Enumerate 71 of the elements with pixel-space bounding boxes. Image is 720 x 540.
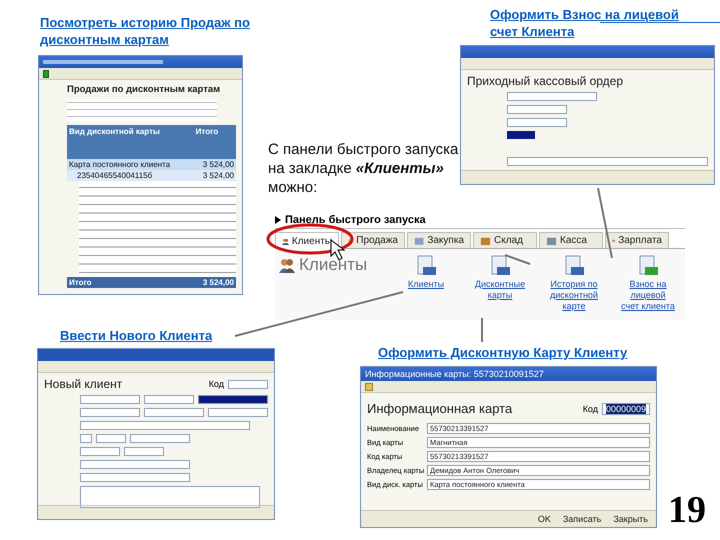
footer-button[interactable]: Закрыть [611, 514, 650, 524]
table-cell: Карта постоянного клиента [67, 159, 194, 170]
input-field[interactable] [130, 434, 190, 443]
input-field[interactable] [144, 408, 204, 417]
input-field[interactable] [80, 473, 190, 482]
column-header: Вид дисконтной карты [67, 125, 194, 159]
input-field[interactable] [80, 395, 140, 404]
link[interactable]: Посмотреть историю Продаж по дисконтным картам [40, 14, 270, 48]
document-icon[interactable] [489, 255, 511, 277]
field-label: Код [582, 404, 598, 414]
people-icon [279, 257, 295, 273]
tab[interactable]: Зарплата [605, 232, 669, 248]
link[interactable]: Клиенты [408, 279, 444, 290]
tab[interactable]: Продажа [341, 232, 405, 248]
link[interactable]: Взнос на лицевой счет клиента [621, 279, 675, 312]
tab[interactable]: Закупка [407, 232, 471, 248]
link[interactable]: История по дисконтной карте [547, 279, 601, 312]
table-cell: 3 524,00 [194, 170, 236, 181]
code-field[interactable]: 00000009 [602, 402, 650, 414]
input-field[interactable] [80, 460, 190, 469]
comment-field[interactable] [80, 486, 260, 508]
input-field[interactable] [507, 157, 708, 166]
link[interactable]: Оформить Дисконтную Карту Клиенту [378, 344, 628, 361]
window-title: Информационные карты: 55730210091527 [365, 369, 544, 379]
panel-title: Панель быстрого запуска [285, 214, 426, 226]
footer-button[interactable]: Записать [560, 514, 604, 524]
form-heading: Информационная карта [367, 401, 512, 416]
box-icon [480, 235, 491, 246]
input-field[interactable] [208, 408, 268, 417]
tab[interactable]: Склад [473, 232, 537, 248]
table-cell: 2354046554004115б [67, 170, 194, 181]
report-heading: Продажи по дисконтным картам [67, 84, 222, 95]
link[interactable]: Ввести Нового Клиента [60, 327, 212, 344]
page-number: 19 [668, 488, 706, 532]
input-field[interactable] [96, 434, 126, 443]
input-field[interactable] [80, 434, 92, 443]
table-cell: Итого [67, 277, 194, 288]
column-header: Итого [194, 125, 236, 159]
input-field[interactable] [80, 447, 120, 456]
document-icon[interactable] [637, 255, 659, 277]
play-icon[interactable] [43, 70, 49, 78]
code-field[interactable] [228, 380, 268, 388]
input-field[interactable] [507, 105, 567, 114]
input-field[interactable] [198, 395, 268, 404]
document-icon[interactable] [415, 255, 437, 277]
leader-line [597, 188, 613, 258]
leader-line [481, 318, 483, 342]
footer-button[interactable]: OK [536, 514, 553, 524]
link[interactable]: Дисконтные карты [473, 279, 527, 301]
form-heading: Приходный кассовый ордер [467, 74, 624, 88]
field-label: Код [208, 379, 224, 389]
input-field[interactable] [507, 118, 567, 127]
leader-line [504, 254, 530, 265]
color-swatch [507, 131, 535, 139]
form-heading: Новый клиент [44, 377, 122, 391]
document-icon[interactable] [563, 255, 585, 277]
tab[interactable]: Касса [539, 232, 603, 248]
input-field[interactable] [124, 447, 164, 456]
input-field[interactable] [80, 408, 140, 417]
input-field[interactable] [80, 421, 250, 430]
input-field[interactable] [507, 92, 597, 101]
expand-icon[interactable] [275, 216, 281, 224]
box-icon [414, 235, 424, 246]
table-cell: 3 524,00 [194, 277, 236, 288]
section-heading: Клиенты [299, 255, 368, 275]
link[interactable]: Оформить Взнос на лицевой счет Клиента [490, 6, 690, 40]
instruction-text: С панели быстрого запуска на закладке «Клиенты» можно: [268, 140, 460, 197]
input-field[interactable] [144, 395, 194, 404]
folder-icon[interactable] [365, 382, 373, 390]
box-icon [546, 235, 557, 246]
table-cell: 3 524,00 [194, 159, 236, 170]
